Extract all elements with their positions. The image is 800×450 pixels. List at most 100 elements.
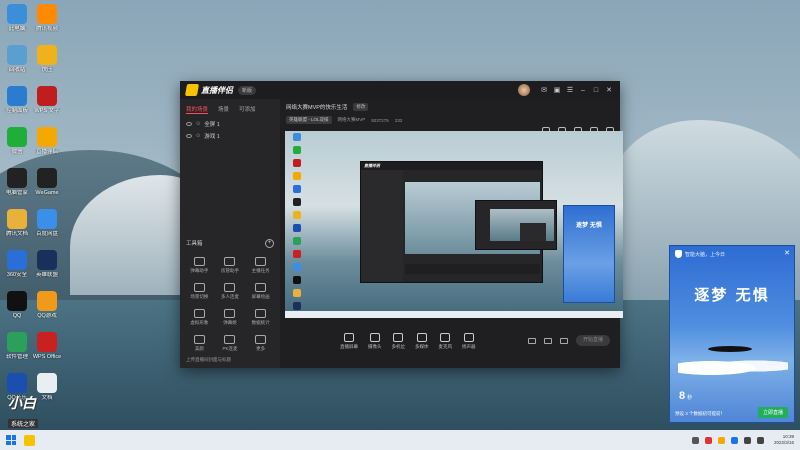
app-name: 直播伴侣	[201, 85, 233, 95]
desktop-icon[interactable]: WeGame	[30, 168, 64, 196]
eye-icon[interactable]	[186, 134, 192, 138]
tool-item[interactable]: 美颜	[184, 335, 215, 352]
desktop-icon-label: 电脑管家	[5, 190, 28, 196]
app-icon	[37, 250, 57, 270]
tool-item[interactable]: 弹幕助手	[184, 257, 215, 274]
start-live-button[interactable]: 开始直播	[576, 335, 610, 346]
control-label: 摄像头	[368, 343, 382, 349]
control-button[interactable]: 扬声器	[462, 332, 476, 350]
start-button[interactable]	[6, 435, 16, 445]
app-icon	[7, 250, 27, 270]
desktop-icon[interactable]: QQ	[0, 291, 34, 319]
lock-icon[interactable]: ⊙	[196, 133, 200, 139]
desktop-icon[interactable]: WPS 文字	[30, 86, 64, 114]
live-preview[interactable]: 直播伴侣 逐梦 无惧	[285, 131, 623, 318]
settings-icon[interactable]	[560, 337, 568, 344]
scene-item[interactable]: ⊙ 全屏 1	[180, 118, 280, 130]
ad-header-text: 智能大脑，上今日	[685, 251, 726, 258]
app-tray-icon[interactable]	[704, 436, 712, 444]
tool-label: 数据统计	[251, 320, 270, 325]
desktop-icon[interactable]: 快压	[30, 45, 64, 73]
preview-app-icon	[293, 146, 301, 154]
app-icon	[7, 4, 27, 24]
volume-icon[interactable]	[756, 436, 764, 444]
ad-action-button[interactable]: 立即直播	[757, 407, 788, 418]
add-tool-icon[interactable]: +	[265, 239, 274, 248]
tab-scenes[interactable]: 场景	[218, 105, 229, 114]
desktop-icon-label: QQ	[12, 313, 22, 319]
live-companion-window[interactable]: 直播伴侣 新版 ✉ ▣ ☰ – □ ✕ 我的场景 场景 可添加 ⊙ 全屏 1 ⊙	[180, 81, 623, 368]
desktop-icon[interactable]: 电脑管家	[0, 168, 34, 196]
desktop-icon[interactable]: 微信	[0, 127, 34, 155]
ad-close-icon[interactable]: ✕	[784, 249, 790, 257]
desktop-icon[interactable]: 控制面板	[0, 86, 34, 114]
version-badge[interactable]: 新版	[238, 85, 257, 95]
desktop-icon-label: 英雄联盟	[35, 272, 58, 278]
tool-item[interactable]: 场景切换	[184, 283, 215, 300]
tab-addable[interactable]: 可添加	[239, 105, 256, 114]
wifi-icon[interactable]	[743, 436, 751, 444]
settings-icon[interactable]: ☰	[565, 85, 575, 95]
control-button[interactable]: 摄像头	[368, 332, 382, 350]
preview-app-icon	[293, 263, 301, 271]
desktop-icon[interactable]: QQ游戏	[30, 291, 64, 319]
category-selector[interactable]: 英雄联盟 - LOL双排	[286, 116, 332, 124]
desktop-icon[interactable]: 英雄联盟	[30, 250, 64, 278]
tool-item[interactable]: 多人连麦	[215, 283, 246, 300]
tool-icon	[193, 257, 205, 266]
control-button[interactable]: 多媒体	[415, 332, 429, 350]
record-icon[interactable]	[544, 337, 552, 344]
control-button[interactable]: 多机位	[392, 332, 405, 350]
control-button[interactable]: 直播屏幕	[340, 332, 358, 350]
tool-item[interactable]: PK连麦	[215, 335, 246, 352]
tool-label: 多人连麦	[220, 294, 239, 299]
clock[interactable]: 10:39 2022/3/16	[774, 434, 794, 446]
control-icon	[369, 332, 380, 342]
tool-item[interactable]: 主播任务	[245, 257, 276, 274]
logo-icon	[184, 84, 200, 96]
tool-item[interactable]: 更多	[245, 335, 276, 352]
eye-icon[interactable]	[186, 122, 192, 126]
tool-item[interactable]: 数据统计	[245, 309, 276, 326]
tool-item[interactable]: 虚拟形象	[184, 309, 215, 326]
control-button[interactable]: 麦克风	[439, 332, 452, 350]
desktop-icon[interactable]: 软件管理	[0, 332, 34, 360]
desktop-icon[interactable]: 直播伴侣	[30, 127, 64, 155]
chevron-up-icon[interactable]	[691, 436, 699, 444]
avatar[interactable]	[518, 84, 530, 96]
minimize-icon[interactable]: –	[578, 85, 588, 95]
desktop-icon[interactable]: 腾讯视频	[30, 4, 64, 32]
app-icon	[7, 291, 27, 311]
tool-icon	[224, 257, 236, 266]
desktop-icon-label: 控制面板	[5, 108, 28, 114]
lock-icon[interactable]: ⊙	[196, 121, 200, 127]
room-subtitle: 网络大赛MVP	[337, 117, 366, 122]
nested-preview-3	[520, 223, 546, 241]
tool-item[interactable]: 弹幕姬	[215, 309, 246, 326]
desktop-icon[interactable]: 腾讯文档	[0, 209, 34, 237]
maximize-icon[interactable]: □	[591, 85, 601, 95]
app-icon	[7, 209, 27, 229]
tool-item[interactable]: 屏幕绘画	[245, 283, 276, 300]
scene-item[interactable]: ⊙ 游戏 1	[180, 130, 280, 142]
desktop-icon[interactable]: 此电脑	[0, 4, 34, 32]
edit-title-button[interactable]: 修改	[353, 103, 369, 111]
message-icon[interactable]: ✉	[539, 85, 549, 95]
taskbar-app-icon[interactable]	[24, 434, 35, 446]
gift-icon[interactable]: ▣	[552, 85, 562, 95]
app-tray-icon[interactable]	[730, 436, 738, 444]
tool-item[interactable]: 房管助手	[215, 257, 246, 274]
desktop-icon[interactable]: 360安全	[0, 250, 34, 278]
ad-popup[interactable]: 智能大脑，上今日 ✕ 逐梦 无惧 8秒 预设 3 个数据初可提前！ 立即直播	[669, 245, 795, 423]
desktop-icon[interactable]: WPS Office	[30, 332, 64, 360]
app-tray-icon[interactable]	[717, 436, 725, 444]
desktop-icon[interactable]: 百度网盘	[30, 209, 64, 237]
tool-icon	[255, 283, 267, 292]
preview-app-icon	[293, 185, 301, 193]
tab-my-scenes[interactable]: 我的场景	[186, 105, 209, 114]
ad-countdown: 8秒	[679, 390, 692, 402]
sidebar-footer[interactable]: 上传直播间封面与标题	[186, 357, 231, 363]
close-icon[interactable]: ✕	[604, 85, 614, 95]
camera-icon[interactable]	[528, 337, 536, 344]
desktop-icon[interactable]: 回收站	[0, 45, 34, 73]
